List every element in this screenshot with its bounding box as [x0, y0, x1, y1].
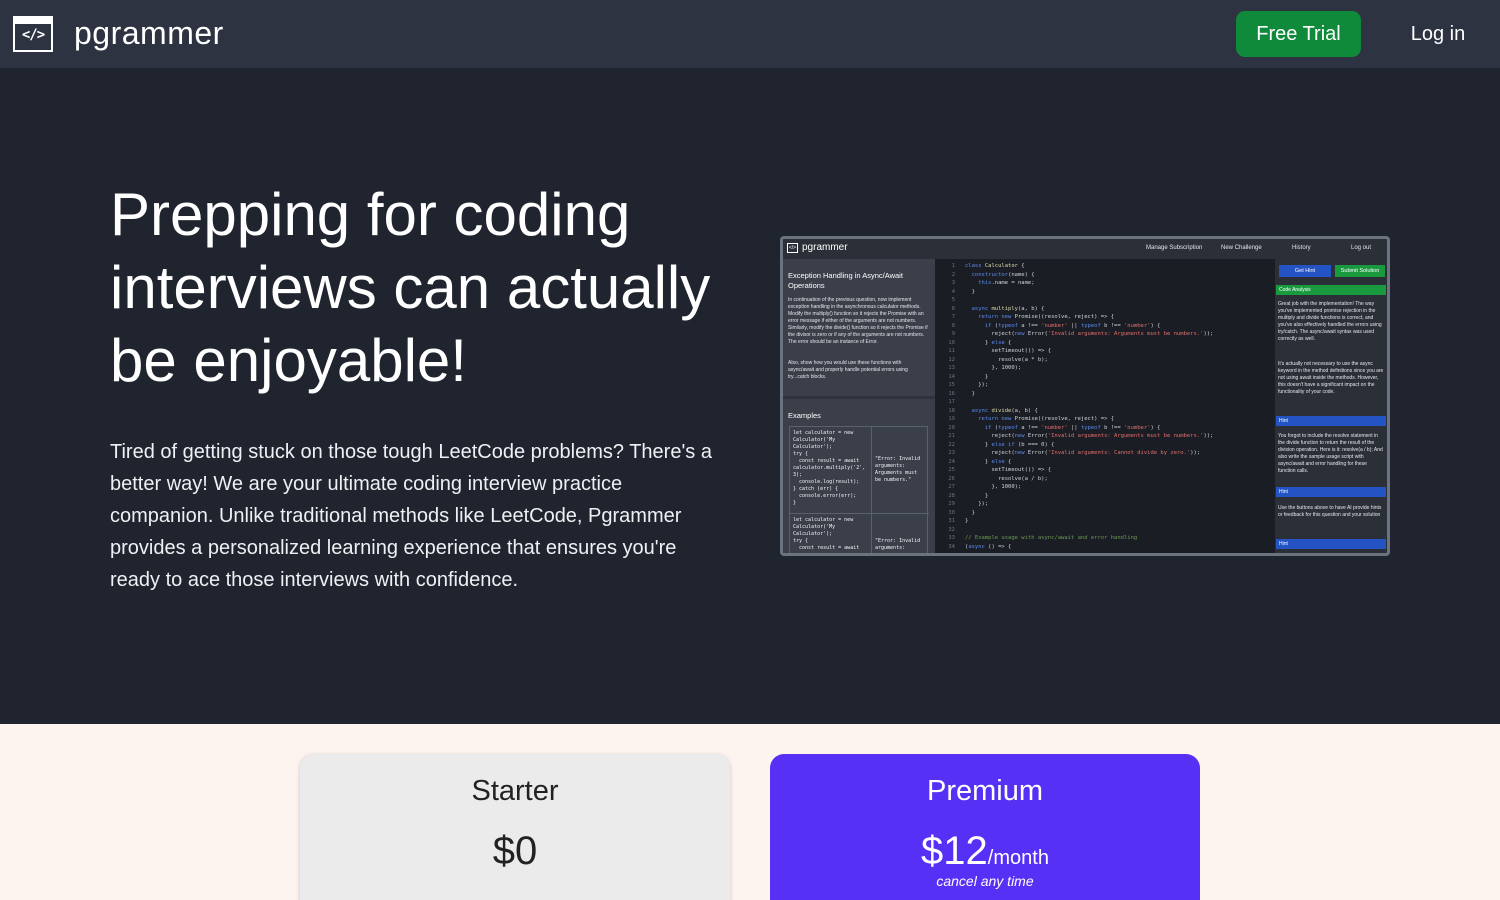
logo-glyph: </> — [21, 27, 45, 43]
example-2-code: let calculator = new Calculator('My Calc… — [793, 517, 860, 551]
premium-plan-note: cancel any time — [936, 873, 1034, 889]
logo-icon[interactable]: </> — [13, 16, 53, 52]
screenshot-get-hint-button: Get Hint — [1279, 265, 1331, 277]
premium-plan-price: $12 — [921, 829, 988, 873]
screenshot-hint-header-3: Hint — [1276, 539, 1386, 549]
example-1-output: "Error: Invalid arguments: Arguments mus… — [875, 456, 921, 483]
code-editor-lines: 1 class Calculator { 2 constructor(name) … — [948, 263, 1214, 550]
screenshot-nav-history: History — [1292, 245, 1311, 251]
screenshot-analysis-text-1: Great job with the implementation! The w… — [1278, 301, 1382, 342]
free-trial-button[interactable]: Free Trial — [1236, 11, 1361, 57]
screenshot-nav-new: New Challenge — [1221, 245, 1262, 251]
screenshot-hint-header-2: Hint — [1276, 487, 1386, 497]
login-link[interactable]: Log in — [1392, 11, 1484, 57]
screenshot-logo-icon: </> — [787, 243, 798, 253]
screenshot-problem-panel: Exception Handling in Async/Await Operat… — [783, 259, 935, 553]
screenshot-code-editor: 1 class Calculator { 2 constructor(name) … — [935, 259, 1275, 553]
starter-plan-title: Starter — [471, 775, 559, 807]
screenshot-code-analysis-header: Code Analysis — [1276, 285, 1386, 295]
hero-description: Tired of getting stuck on those tough Le… — [110, 441, 712, 591]
screenshot-problem-text: In continuation of the previous question… — [788, 297, 928, 345]
screenshot-nav-manage: Manage Subscription — [1146, 245, 1203, 251]
app-screenshot: </> pgrammer Manage Subscription New Cha… — [780, 236, 1390, 556]
example-2-output: "Error: Invalid arguments: — [875, 538, 921, 551]
premium-plan-title: Premium — [926, 775, 1043, 807]
screenshot-examples-table: let calculator = new Calculator('My Calc… — [789, 426, 929, 553]
screenshot-hint-header-1: Hint — [1276, 416, 1386, 426]
screenshot-examples-label: Examples — [788, 411, 821, 420]
premium-plan-price-row: $12/month — [770, 829, 1200, 874]
example-1-code: let calculator = new Calculator('My Calc… — [793, 430, 866, 506]
top-navbar: </> pgrammer Free Trial Log in — [0, 0, 1500, 68]
screenshot-topbar: </> pgrammer Manage Subscription New Cha… — [783, 239, 1387, 259]
starter-plan-card[interactable]: Starter $0 — [300, 754, 730, 900]
logo-bar — [15, 18, 51, 24]
premium-plan-card[interactable]: Premium $12/month cancel any time — [770, 754, 1200, 900]
hero-section: Prepping for coding interviews can actua… — [0, 68, 1500, 724]
screenshot-hint-text-1: You forgot to include the resolve statem… — [1278, 433, 1383, 474]
table-divider-vertical — [871, 427, 872, 553]
screenshot-nav-logout: Log out — [1351, 245, 1372, 251]
screenshot-analysis-text-2: It's actually not necessary to use the a… — [1278, 361, 1384, 395]
screenshot-submit-button: Submit Solution — [1335, 265, 1385, 277]
screenshot-divider — [783, 396, 935, 399]
screenshot-problem-title: Exception Handling in Async/Await Operat… — [788, 271, 903, 290]
table-divider-horizontal — [790, 513, 929, 514]
screenshot-brand: pgrammer — [802, 242, 848, 253]
screenshot-problem-text-2: Also, show how you would use these funct… — [788, 360, 908, 380]
brand-name[interactable]: pgrammer — [74, 15, 224, 52]
pricing-section: Starter $0 Premium $12/month cancel any … — [0, 724, 1500, 900]
screenshot-hint-text-2: Use the buttons above to have AI provide… — [1278, 505, 1382, 518]
starter-plan-price: $0 — [492, 829, 538, 873]
premium-plan-period: /month — [987, 847, 1049, 869]
hero-title: Prepping for coding interviews can actua… — [110, 181, 711, 394]
screenshot-ai-panel: Get Hint Submit Solution Code Analysis G… — [1275, 259, 1387, 553]
